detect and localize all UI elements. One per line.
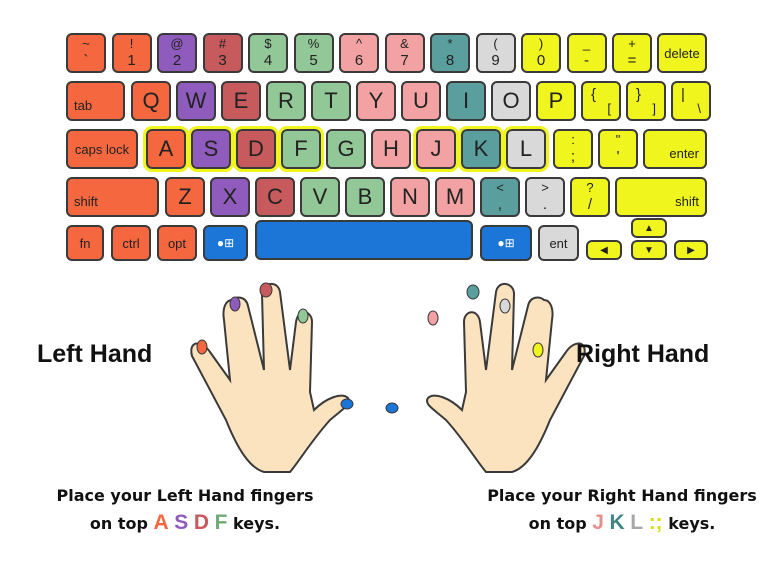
left-hand xyxy=(190,283,350,473)
right-instruction: Place your Right Hand fingers on top J K… xyxy=(474,486,770,535)
left-key-d: D xyxy=(193,511,210,534)
left-instruction: Place your Left Hand fingers on top A S … xyxy=(40,486,330,535)
right-instruction-suffix: keys. xyxy=(668,514,716,533)
right-key-k: K xyxy=(609,511,625,534)
right-thumb-nail xyxy=(385,402,399,414)
left-instruction-suffix: keys. xyxy=(233,514,281,533)
left-key-s: S xyxy=(174,511,189,534)
left-instruction-line1: Place your Left Hand fingers xyxy=(56,486,314,505)
right-ring-nail xyxy=(499,298,511,314)
left-hand-label: Left Hand xyxy=(37,340,153,368)
right-index-nail xyxy=(427,310,439,326)
right-key-semicolon: :; xyxy=(648,511,663,534)
left-middle-nail xyxy=(259,282,273,298)
right-instruction-prefix: on top xyxy=(528,514,587,533)
left-ring-nail xyxy=(229,296,241,312)
left-instruction-prefix: on top xyxy=(89,514,148,533)
right-pinky-nail xyxy=(532,342,544,358)
left-index-nail xyxy=(297,308,309,324)
left-key-a: A xyxy=(153,511,169,534)
left-key-f: F xyxy=(214,511,228,534)
right-key-j: J xyxy=(592,511,604,534)
left-thumb-nail xyxy=(340,398,354,410)
left-pinky-nail xyxy=(196,339,208,355)
right-hand-label: Right Hand xyxy=(576,340,710,368)
right-middle-nail xyxy=(466,284,480,300)
right-key-l: L xyxy=(630,511,644,534)
right-instruction-line1: Place your Right Hand fingers xyxy=(487,486,757,505)
